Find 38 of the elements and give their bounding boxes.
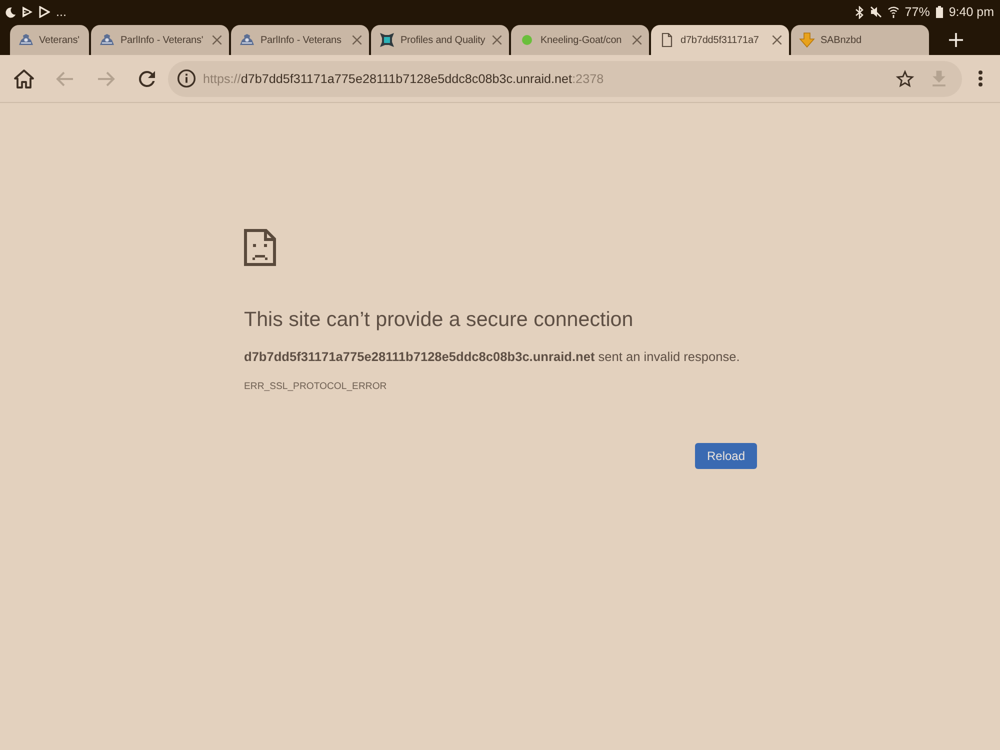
emblem-icon <box>239 32 256 48</box>
battery-icon <box>936 6 943 18</box>
close-icon[interactable] <box>632 35 642 45</box>
square-cross-icon <box>379 32 396 48</box>
wifi-icon <box>888 6 899 18</box>
reload-button[interactable]: Reload <box>695 443 757 469</box>
browser-tab[interactable]: ParlInfo - Veterans <box>231 25 370 55</box>
plus-icon[interactable] <box>949 33 964 47</box>
close-icon[interactable] <box>492 35 502 45</box>
close-icon[interactable] <box>212 35 222 45</box>
down-arrow-icon <box>799 32 816 48</box>
info-icon[interactable] <box>177 69 196 88</box>
play-icon <box>39 6 50 18</box>
error-title: This site can’t provide a secure connection <box>244 308 634 332</box>
browser-tab[interactable]: Kneeling-Goat/con <box>511 25 650 55</box>
browser-tab[interactable]: d7b7dd5f31171a7 <box>651 25 790 55</box>
error-message: d7b7dd5f31171a775e28111b7128e5ddc8c08b3c.unraid.net sent an invalid response. <box>244 348 741 366</box>
browser-tab[interactable]: Veterans' <box>10 25 90 55</box>
menu-icon[interactable] <box>978 70 983 87</box>
error-code: ERR_SSL_PROTOCOL_ERROR <box>244 380 388 394</box>
battery-percent: 77% <box>904 5 930 19</box>
url-field[interactable]: https://d7b7dd5f31171a775e28111b7128e5ddc8c08b3c.unraid.net:2378 <box>203 72 882 86</box>
notification-overflow: ... <box>56 5 66 19</box>
clock-time: 9:40 pm <box>948 5 994 19</box>
browser-tab[interactable]: Profiles and Quality <box>371 25 510 55</box>
mute-icon <box>870 6 882 18</box>
moon-icon <box>5 6 16 18</box>
close-icon[interactable] <box>352 35 362 45</box>
browser-tab[interactable]: ParlInfo - Veterans' <box>91 25 230 55</box>
close-icon[interactable] <box>772 35 782 45</box>
sad-page-icon <box>244 229 276 266</box>
browser-tab[interactable]: SABnzbd <box>791 25 930 55</box>
emblem-icon <box>18 32 34 48</box>
bluetooth-icon <box>854 6 864 18</box>
striped-triangle-icon <box>22 6 33 18</box>
home-icon[interactable] <box>12 66 36 90</box>
emblem-icon <box>99 32 116 48</box>
star-icon[interactable] <box>894 68 916 90</box>
